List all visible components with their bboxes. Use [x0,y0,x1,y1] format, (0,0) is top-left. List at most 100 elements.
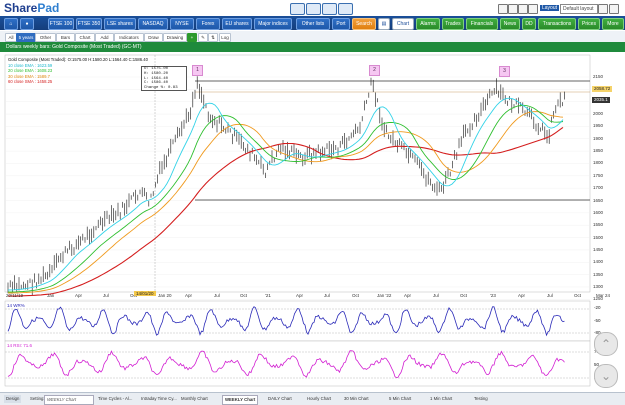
x-tick-label: '21 [265,293,271,298]
y-tick-label: 1450 [593,246,604,252]
nav-prices[interactable]: Prices [578,18,600,30]
y-tick-label: 2150 [593,74,604,79]
layout-select[interactable]: Default layout [560,4,598,14]
nav-search[interactable]: Search [352,18,376,30]
marker-2[interactable]: 2 [369,65,380,76]
tab-intraday-time-cycles[interactable]: Intraday Time Cy... [141,395,177,403]
nav-chart[interactable]: Chart [392,18,414,30]
x-cursor-label: 14/01/20 [134,291,156,296]
help-icon[interactable] [518,4,528,14]
rsi-label: 14 RSI: 71.6 [7,343,33,348]
x-tick-label: Oct [352,293,360,298]
drawing-dropdown[interactable]: Drawing [163,33,187,42]
y-tick-label: 1350 [593,271,604,277]
rsi-pane [4,340,591,387]
setting-label: Setting: [30,396,45,401]
main-nav: ⌂ ● FTSE 100 FTSE 350 LSE shares NASDAQ … [0,16,625,30]
notes-button[interactable]: ▤ [378,18,390,30]
chart-area[interactable] [0,52,625,392]
fullscreen-icon[interactable] [609,4,619,14]
bottom-tab-bar: Design Setting: WEEKLY Chart Time Cycles… [0,392,625,405]
y-tick-label: 1400 [593,259,604,265]
crosshair-icon[interactable]: + [187,33,197,42]
trend-view-icon[interactable] [338,3,353,15]
y-tick-label: 1950 [593,123,604,129]
nav-ftse350[interactable]: FTSE 350 [76,18,102,30]
wr-pane [4,300,591,342]
tab-monthly-chart[interactable]: Monthly Chart [181,395,208,403]
globe-button[interactable]: ● [20,18,34,30]
home-button[interactable]: ⌂ [4,18,18,30]
bars-dropdown[interactable]: Bars [56,33,75,42]
save-layout-icon[interactable] [598,4,608,14]
x-tick-label: Jan 20 [158,293,172,298]
y-tick-label: 1500 [593,234,604,240]
nav-nyse[interactable]: NYSE [170,18,194,30]
nav-lse-shares[interactable]: LSE shares [104,18,136,30]
tab-30-min-chart[interactable]: 30 Min Chart [344,395,369,403]
tab-daily-chart[interactable]: DAILY Chart [268,395,292,403]
chart-dropdown[interactable]: Chart [75,33,95,42]
nav-dd[interactable]: DD [522,18,536,30]
chart-legend: Gold Composite (Most Traded): O:1575.00 … [8,57,148,85]
draw-dropdown[interactable]: Draw [144,33,163,42]
last-price-tag: 2058.72 [592,86,613,92]
list-view-icon[interactable] [290,3,305,15]
nav-news[interactable]: News [500,18,520,30]
nav-port[interactable]: Port [332,18,350,30]
design-button[interactable]: Design [4,395,22,403]
nav-eu-shares[interactable]: EU shares [222,18,252,30]
legend-sma60: 60 close SMA : 1458.25 [8,79,53,85]
add-dropdown[interactable]: Add [95,33,114,42]
y-tick-label: 1700 [593,185,604,191]
close-price-tag: 2035.1 [592,97,610,103]
price-chart-svg[interactable] [0,52,625,392]
wr-label: 14 WR% [7,303,25,308]
grid-view-icon[interactable] [306,3,321,15]
nav-alarms[interactable]: Alarms [416,18,440,30]
link-icon[interactable]: ⇅ [208,33,218,42]
nav-major-indices[interactable]: Major indices [254,18,292,30]
scroll-down-button[interactable]: ⌄ [594,364,618,388]
settings-icon[interactable] [528,4,538,14]
y-tick-label: 1650 [593,197,604,203]
nav-more[interactable]: More [602,18,624,30]
scroll-up-button[interactable]: ⌃ [594,332,618,356]
logo-pad: Pad [37,1,60,15]
tab-5-min-chart[interactable]: 5 Min Chart [389,395,411,403]
range-other-dropdown[interactable]: Other [35,33,56,42]
layout-label: Layout [540,5,560,11]
tab-hourly-chart[interactable]: Hourly Chart [307,395,331,403]
nav-nasdaq[interactable]: NASDAQ [138,18,168,30]
tab-time-cycles[interactable]: Time Cycles - Al... [98,395,132,403]
chart-view-icon[interactable] [322,3,337,15]
marker-1[interactable]: 1 [192,65,203,76]
info-change: Change %: 0.83 [144,86,178,91]
sharepad-logo: SharePad [4,1,59,15]
x-tick-label: Apr [404,293,412,298]
range-5-years[interactable]: 5 years [16,33,36,42]
tab-1-min-chart[interactable]: 1 Min Chart [430,395,452,403]
marker-3[interactable]: 3 [499,66,510,77]
y-tick-label: 1850 [593,148,604,154]
x-tick-label: Jan [47,293,55,298]
app-header: SharePad Layout Default layout [0,0,625,16]
wr-level-mid: -50 [594,318,601,323]
nav-other-lists[interactable]: Other lists [296,18,330,30]
nav-financials[interactable]: Financials [466,18,498,30]
x-tick-label: Mar 24 [596,293,611,298]
refresh-icon[interactable] [508,4,518,14]
indicators-dropdown[interactable]: Indicators [114,33,144,42]
tab-testing[interactable]: Testing [474,395,488,403]
nav-forex[interactable]: Forex [196,18,220,30]
nav-transactions[interactable]: Transactions [538,18,576,30]
pencil-icon[interactable]: ✎ [198,33,208,42]
log-toggle[interactable]: Log [219,33,231,42]
user-icon[interactable] [498,4,508,14]
nav-trades[interactable]: Trades [442,18,464,30]
nav-ftse100[interactable]: FTSE 100 [48,18,74,30]
y-tick-label: 1900 [593,135,604,141]
y-tick-label: 1550 [593,222,604,228]
y-tick-label: 2000 [593,111,604,117]
y-tick-label: 1800 [593,160,604,166]
